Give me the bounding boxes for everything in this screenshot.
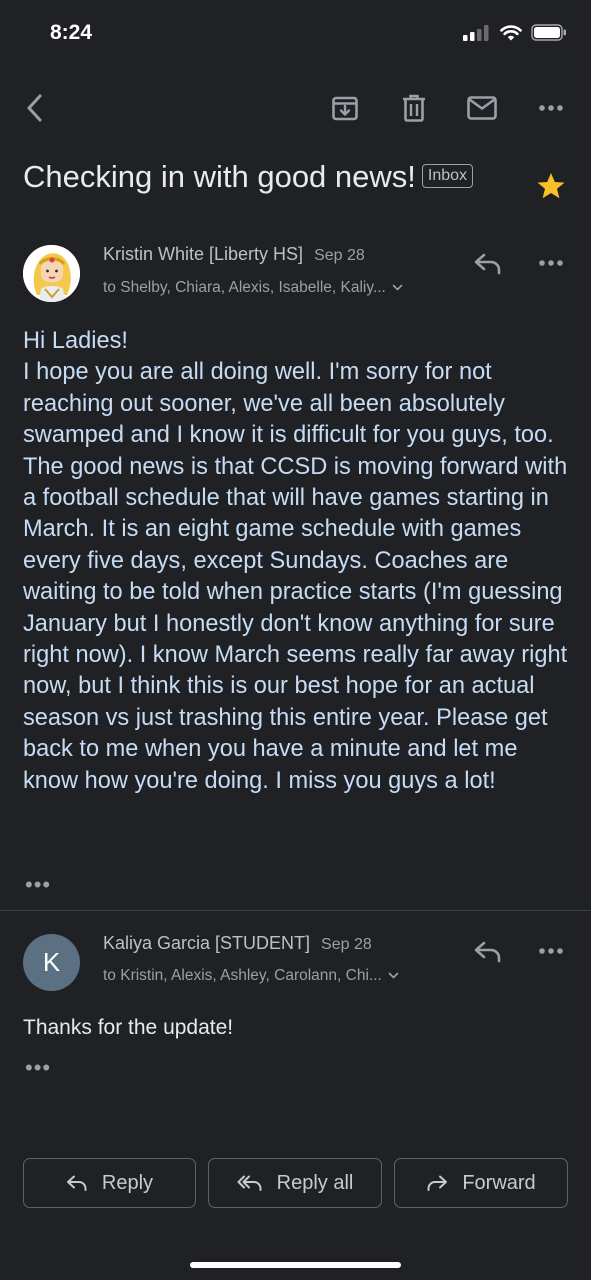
body-paragraph: I hope you are all doing well. I'm sorry… [23, 359, 568, 794]
message-more-button[interactable] [536, 943, 566, 959]
more-horizontal-icon [539, 948, 563, 954]
sender-avatar[interactable] [23, 245, 80, 302]
reply-icon-button[interactable] [472, 250, 504, 278]
home-indicator [190, 1262, 401, 1268]
reply-icon [474, 253, 501, 275]
show-trimmed-content[interactable]: ••• [25, 1057, 51, 1079]
message-divider [0, 910, 591, 911]
back-button[interactable] [18, 92, 50, 124]
thread-subject: Checking in with good news! Inbox [23, 157, 523, 197]
more-horizontal-icon [539, 105, 563, 111]
show-trimmed-content[interactable]: ••• [25, 874, 51, 896]
message-date: Sep 28 [314, 247, 365, 264]
sender-avatar[interactable]: K [23, 934, 80, 991]
reply-all-button[interactable]: Reply all [208, 1158, 382, 1208]
more-horizontal-icon [539, 260, 563, 266]
forward-button[interactable]: Forward [394, 1158, 568, 1208]
reply-icon [66, 1175, 87, 1191]
mark-unread-button[interactable] [466, 95, 498, 121]
archive-button[interactable] [330, 93, 360, 123]
chevron-left-icon [27, 94, 42, 122]
recipients-toggle[interactable]: to Shelby, Chiara, Alexis, Isabelle, Kal… [103, 279, 403, 297]
inbox-label[interactable]: Inbox [421, 163, 474, 188]
status-icons [463, 24, 567, 41]
recipients-text: to Shelby, Chiara, Alexis, Isabelle, Kal… [103, 279, 386, 296]
message-body: Hi Ladies! I hope you are all doing well… [23, 326, 573, 797]
star-button[interactable] [535, 170, 567, 202]
battery-icon [531, 24, 566, 41]
star-icon [537, 173, 565, 199]
message-more-button[interactable] [536, 255, 566, 271]
reply-button[interactable]: Reply [23, 1158, 196, 1208]
delete-button[interactable] [400, 93, 428, 123]
envelope-icon [467, 96, 497, 120]
subject-text: Checking in with good news! [23, 159, 416, 194]
recipients-text: to Kristin, Alexis, Ashley, Carolann, Ch… [103, 967, 382, 984]
chevron-down-icon [392, 284, 403, 291]
trash-icon [403, 94, 425, 122]
reply-icon [474, 941, 501, 963]
wifi-icon [500, 24, 522, 40]
reply-all-button-label: Reply all [276, 1171, 354, 1194]
message-2-header: Kaliya Garcia [STUDENT] Sep 28 [103, 933, 372, 954]
sender-name: Kaliya Garcia [STUDENT] [103, 933, 311, 953]
message-1-header: Kristin White [Liberty HS] Sep 28 [103, 244, 365, 265]
forward-icon [427, 1175, 448, 1191]
chevron-down-icon [388, 972, 399, 979]
body-greeting: Hi Ladies! [23, 328, 128, 354]
forward-button-label: Forward [462, 1171, 536, 1194]
toolbar-more-button[interactable] [536, 100, 566, 116]
sender-name: Kristin White [Liberty HS] [103, 244, 304, 264]
message-body: Thanks for the update! [23, 1016, 234, 1039]
status-time: 8:24 [50, 21, 93, 44]
reply-icon-button[interactable] [472, 938, 504, 966]
avatar-illustration-icon [23, 245, 80, 302]
archive-icon [332, 96, 358, 121]
message-date: Sep 28 [321, 936, 372, 953]
recipients-toggle[interactable]: to Kristin, Alexis, Ashley, Carolann, Ch… [103, 967, 399, 985]
signal-icon [463, 24, 489, 41]
reply-button-label: Reply [101, 1171, 154, 1194]
reply-all-icon [237, 1175, 262, 1191]
